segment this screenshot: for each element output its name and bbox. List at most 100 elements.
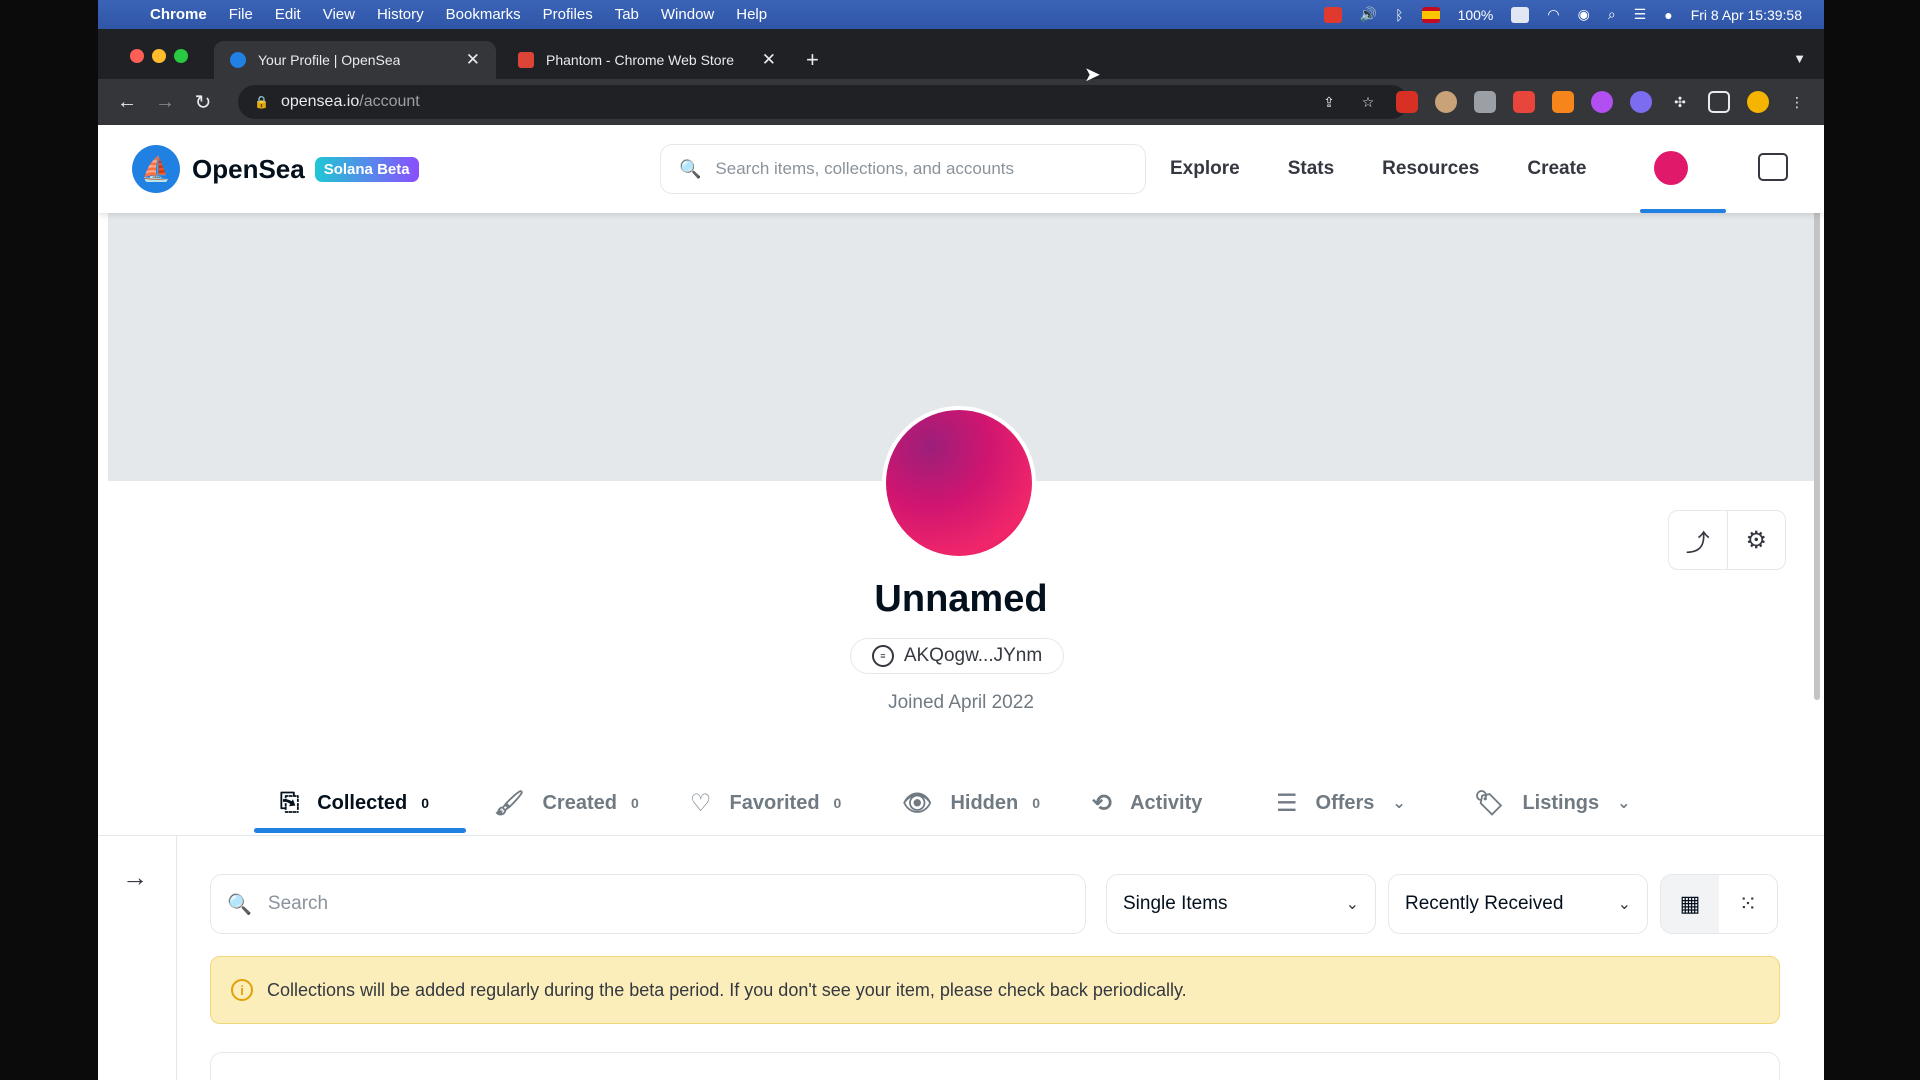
nav-resources[interactable]: Resources [1382, 158, 1479, 180]
collected-icon: ⎘ [280, 789, 300, 816]
phantom-ghost-icon[interactable] [1630, 91, 1652, 113]
opensea-header: ⛵ OpenSea Solana Beta 🔍 Search items, co… [98, 125, 1824, 213]
tab-label: Collected [317, 791, 408, 814]
account-active-indicator [1640, 209, 1726, 213]
close-window-button[interactable] [130, 49, 144, 63]
nav-create[interactable]: Create [1527, 158, 1586, 180]
share-icon[interactable]: ⤴ [1669, 511, 1727, 569]
extension-tag-icon[interactable] [1513, 91, 1535, 113]
menubar-clock[interactable]: Fri 8 Apr 15:39:58 [1691, 7, 1802, 23]
sort-select[interactable]: Recently Received ⌄ [1388, 874, 1648, 934]
tab-label: Listings [1522, 791, 1600, 814]
global-search-input[interactable]: 🔍 Search items, collections, and account… [660, 144, 1146, 194]
gear-icon[interactable]: ⚙ [1726, 511, 1786, 569]
solana-icon: ≡ [871, 645, 894, 667]
browser-tab-phantom[interactable]: Phantom - Chrome Web Store ✕ [502, 41, 792, 79]
control-center-icon[interactable]: ☰ [1634, 6, 1647, 23]
side-panel-icon[interactable] [1708, 91, 1730, 113]
items-search-placeholder: Search [267, 893, 329, 914]
tab-listings[interactable]: 🏷 Listings ⌄ [1474, 770, 1631, 836]
extensions-area: ⇪ ☆ ✣ ⋮ [1318, 91, 1808, 113]
close-tab-icon[interactable]: ✕ [452, 50, 480, 70]
tab-label: Hidden [950, 791, 1019, 814]
siri-icon[interactable]: ● [1664, 7, 1672, 23]
tab-search-chevron-icon[interactable]: ▼ [1793, 51, 1806, 66]
main-nav: Explore Stats Resources Create [1170, 125, 1635, 213]
zoom-window-button[interactable] [174, 49, 188, 63]
volume-icon[interactable]: 🔊 [1360, 6, 1377, 23]
tab-label: Activity [1130, 791, 1203, 814]
page-scrollbar[interactable] [1814, 140, 1820, 700]
small-grid-icon[interactable]: ⁙ [1719, 875, 1777, 933]
chrome-profile-avatar-icon[interactable] [1747, 91, 1769, 113]
spotlight-icon[interactable]: ⌕ [1608, 6, 1616, 23]
item-type-value: Single Items [1123, 893, 1228, 914]
tab-collected[interactable]: ⎘ Collected 0 [280, 770, 429, 836]
apple-icon[interactable] [116, 5, 136, 25]
battery-percent: 100% [1457, 6, 1494, 23]
tab-offers[interactable]: ☰ Offers ⌄ [1276, 770, 1406, 836]
bookmark-star-icon[interactable]: ☆ [1357, 91, 1379, 113]
tab-hidden[interactable]: 👁 Hidden 0 [902, 770, 1040, 836]
record-icon[interactable] [1323, 6, 1342, 23]
wallet-address-button[interactable]: ≡ AKQogw...JYnm [850, 638, 1064, 674]
profile-tabs: ⎘ Collected 0 🖌 Created 0 ♡ Favorited 0 … [98, 770, 1824, 836]
new-tab-icon[interactable]: + [806, 47, 819, 73]
profile-avatar[interactable] [882, 406, 1036, 560]
nav-stats[interactable]: Stats [1288, 158, 1334, 180]
minimize-window-button[interactable] [152, 49, 166, 63]
tab-title: Phantom - Chrome Web Store [546, 52, 735, 68]
extension-cookie-icon[interactable] [1435, 91, 1457, 113]
user-icon[interactable]: ◉ [1578, 6, 1590, 23]
tab-title: Your Profile | OpenSea [258, 52, 401, 68]
filter-sidebar-divider [176, 836, 177, 1080]
bluetooth-icon[interactable]: ᛒ [1395, 7, 1403, 23]
search-icon: 🔍 [227, 893, 252, 916]
menu-app[interactable]: Chrome [150, 6, 207, 23]
menu-profiles[interactable]: Profiles [543, 6, 593, 23]
wallet-icon[interactable] [1758, 153, 1788, 181]
extensions-puzzle-icon[interactable]: ✣ [1669, 91, 1691, 113]
input-source-flag-icon[interactable] [1421, 6, 1440, 23]
large-grid-icon[interactable]: ▦ [1661, 875, 1719, 933]
chrome-menu-icon[interactable]: ⋮ [1786, 91, 1808, 113]
battery-icon[interactable] [1511, 6, 1530, 23]
menu-history[interactable]: History [377, 6, 424, 23]
tab-label: Offers [1315, 791, 1375, 814]
metamask-fox-icon[interactable] [1552, 91, 1574, 113]
item-type-select[interactable]: Single Items ⌄ [1106, 874, 1376, 934]
menu-bookmarks[interactable]: Bookmarks [446, 6, 521, 23]
back-arrow-icon[interactable]: ← [108, 91, 146, 114]
items-search-input[interactable]: 🔍 Search [210, 874, 1086, 934]
extension-red-icon[interactable] [1396, 91, 1418, 113]
web-store-favicon-icon [518, 52, 534, 68]
browser-tab-opensea[interactable]: Your Profile | OpenSea ✕ [214, 41, 496, 79]
menu-view[interactable]: View [323, 6, 355, 23]
lock-icon[interactable]: 🔒 [254, 95, 269, 109]
tab-favorited[interactable]: ♡ Favorited 0 [690, 770, 841, 836]
close-tab-icon[interactable]: ✕ [748, 50, 776, 70]
reload-icon[interactable]: ↻ [184, 90, 222, 115]
menu-file[interactable]: File [229, 6, 253, 23]
extension-purple-icon[interactable] [1591, 91, 1613, 113]
nav-explore[interactable]: Explore [1170, 158, 1240, 180]
menu-edit[interactable]: Edit [275, 6, 301, 23]
menu-window[interactable]: Window [661, 6, 714, 23]
menu-tab[interactable]: Tab [615, 6, 639, 23]
list-icon: ☰ [1276, 789, 1298, 817]
account-avatar-button[interactable] [1654, 151, 1688, 185]
sort-value: Recently Received [1405, 893, 1564, 914]
extension-grid-icon[interactable] [1474, 91, 1496, 113]
wallet-address: AKQogw...JYnm [903, 645, 1043, 666]
tab-count: 0 [421, 795, 430, 811]
forward-arrow-icon[interactable]: → [146, 91, 184, 114]
wifi-icon[interactable]: ◠ [1547, 6, 1559, 23]
menu-help[interactable]: Help [736, 6, 767, 23]
expand-filters-arrow-icon[interactable]: → [122, 862, 148, 893]
opensea-logo[interactable]: ⛵ OpenSea Solana Beta [132, 145, 419, 193]
tab-activity[interactable]: ⟲ Activity [1092, 770, 1202, 836]
share-page-icon[interactable]: ⇪ [1318, 91, 1340, 113]
opensea-boat-icon: ⛵ [132, 145, 180, 193]
tab-created[interactable]: 🖌 Created 0 [494, 770, 639, 836]
address-bar[interactable]: 🔒 opensea.io/account [238, 85, 1408, 119]
